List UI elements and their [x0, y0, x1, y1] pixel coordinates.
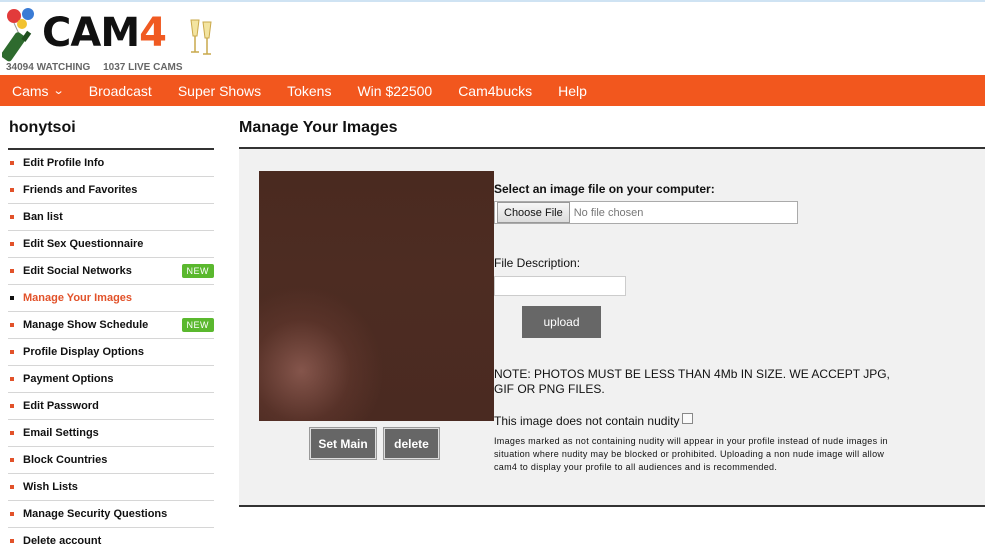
- chevron-down-icon: ⌄: [52, 85, 65, 97]
- sidebar-item-label: Edit Password: [23, 400, 99, 412]
- sidebar-item-label: Wish Lists: [23, 481, 78, 493]
- top-border: [0, 0, 985, 2]
- sidebar-item-label: Edit Social Networks: [23, 265, 132, 277]
- bullet-icon: [10, 485, 14, 489]
- delete-button[interactable]: delete: [383, 427, 440, 460]
- nudity-option: This image does not contain nudity: [494, 412, 694, 428]
- champagne-glasses-icon: [190, 19, 212, 55]
- sidebar-item-label: Edit Sex Questionnaire: [23, 238, 144, 250]
- profile-image-preview[interactable]: [259, 171, 494, 421]
- sidebar-item-manage-show-schedule[interactable]: Manage Show Schedule NEW: [8, 312, 214, 339]
- sidebar-username: honytsoi: [9, 119, 76, 136]
- set-main-button[interactable]: Set Main: [309, 427, 377, 460]
- bullet-icon: [10, 431, 14, 435]
- sidebar-item-label: Manage Your Images: [23, 292, 133, 304]
- upload-button[interactable]: upload: [522, 306, 601, 338]
- sidebar-item-payment-options[interactable]: Payment Options: [8, 366, 214, 393]
- bullet-icon: [10, 188, 14, 192]
- sidebar-item-wish-lists[interactable]: Wish Lists: [8, 474, 214, 501]
- sidebar-item-label: Manage Show Schedule: [23, 319, 149, 331]
- bullet-icon: [10, 323, 14, 327]
- nudity-label: This image does not contain nudity: [494, 414, 680, 428]
- nav-cam4bucks[interactable]: Cam4bucks: [458, 83, 532, 99]
- bullet-icon: [10, 350, 14, 354]
- live-cams-count: 1037 LIVE CAMS: [103, 62, 183, 73]
- sidebar-item-edit-password[interactable]: Edit Password: [8, 393, 214, 420]
- no-file-text: No file chosen: [573, 206, 644, 219]
- sidebar-menu: Edit Profile Info Friends and Favorites Ba…: [8, 150, 214, 554]
- sidebar-item-edit-profile-info[interactable]: Edit Profile Info: [8, 150, 214, 177]
- sidebar-item-delete-account[interactable]: Delete account: [8, 528, 214, 554]
- logo-wordmark: CAM4: [42, 10, 167, 56]
- sidebar-item-label: Edit Profile Info: [23, 157, 105, 169]
- sidebar-item-label: Profile Display Options: [23, 346, 145, 358]
- sidebar-item-label: Manage Security Questions: [23, 508, 168, 520]
- nav-broadcast[interactable]: Broadcast: [89, 83, 152, 99]
- file-input[interactable]: Choose File No file chosen: [494, 201, 798, 224]
- file-description-label: File Description:: [494, 256, 581, 270]
- sidebar-item-label: Block Countries: [23, 454, 108, 466]
- new-badge: NEW: [181, 264, 214, 278]
- cam4-logo[interactable]: CAM4: [1, 6, 218, 62]
- sidebar-item-manage-security-questions[interactable]: Manage Security Questions: [8, 501, 214, 528]
- sidebar-item-edit-social-networks[interactable]: Edit Social Networks NEW: [8, 258, 214, 285]
- bullet-icon: [10, 215, 14, 219]
- select-file-label: Select an image file on your computer:: [494, 182, 715, 196]
- sidebar-item-label: Delete account: [23, 535, 102, 547]
- bullet-icon: [10, 539, 14, 543]
- sidebar-item-manage-your-images[interactable]: Manage Your Images: [8, 285, 214, 312]
- sidebar-item-block-countries[interactable]: Block Countries: [8, 447, 214, 474]
- sidebar-item-email-settings[interactable]: Email Settings: [8, 420, 214, 447]
- sidebar-item-profile-display-options[interactable]: Profile Display Options: [8, 339, 214, 366]
- sidebar-item-label: Ban list: [23, 211, 63, 223]
- file-description-input[interactable]: [494, 276, 626, 296]
- bullet-icon: [10, 296, 14, 300]
- nudity-explanation: Images marked as not containing nudity w…: [494, 436, 888, 472]
- bullet-icon: [10, 404, 14, 408]
- new-badge: NEW: [181, 318, 214, 332]
- sidebar-item-ban-list[interactable]: Ban list: [8, 204, 214, 231]
- nudity-checkbox[interactable]: [682, 412, 694, 424]
- manage-images-panel: Set Main delete Select an image file on …: [239, 147, 985, 507]
- sidebar-item-label: Email Settings: [23, 427, 99, 439]
- sidebar-item-label: Friends and Favorites: [23, 184, 138, 196]
- bullet-icon: [10, 269, 14, 273]
- sidebar-item-edit-sex-questionnaire[interactable]: Edit Sex Questionnaire: [8, 231, 214, 258]
- bullet-icon: [10, 512, 14, 516]
- choose-file-button[interactable]: Choose File: [497, 202, 570, 223]
- upload-note: NOTE: PHOTOS MUST BE LESS THAN 4Mb IN SI…: [494, 367, 890, 396]
- bullet-icon: [10, 458, 14, 462]
- site-stats: 34094 WATCHING 1037 LIVE CAMS: [6, 62, 193, 73]
- nav-win[interactable]: Win $22500: [357, 83, 432, 99]
- bullet-icon: [10, 242, 14, 246]
- sidebar-item-label: Payment Options: [23, 373, 114, 385]
- nav-tokens[interactable]: Tokens: [287, 83, 331, 99]
- page-title: Manage Your Images: [239, 119, 398, 136]
- bullet-icon: [10, 377, 14, 381]
- bullet-icon: [10, 161, 14, 165]
- watching-count: 34094 WATCHING: [6, 62, 91, 73]
- nav-cams-label: Cams: [12, 82, 49, 99]
- nav-super-shows[interactable]: Super Shows: [178, 83, 261, 99]
- main-nav: Cams ⌄ Broadcast Super Shows Tokens Win …: [0, 75, 985, 106]
- sidebar-item-friends-and-favorites[interactable]: Friends and Favorites: [8, 177, 214, 204]
- nav-cams[interactable]: Cams ⌄: [12, 82, 65, 99]
- nav-help[interactable]: Help: [558, 83, 587, 99]
